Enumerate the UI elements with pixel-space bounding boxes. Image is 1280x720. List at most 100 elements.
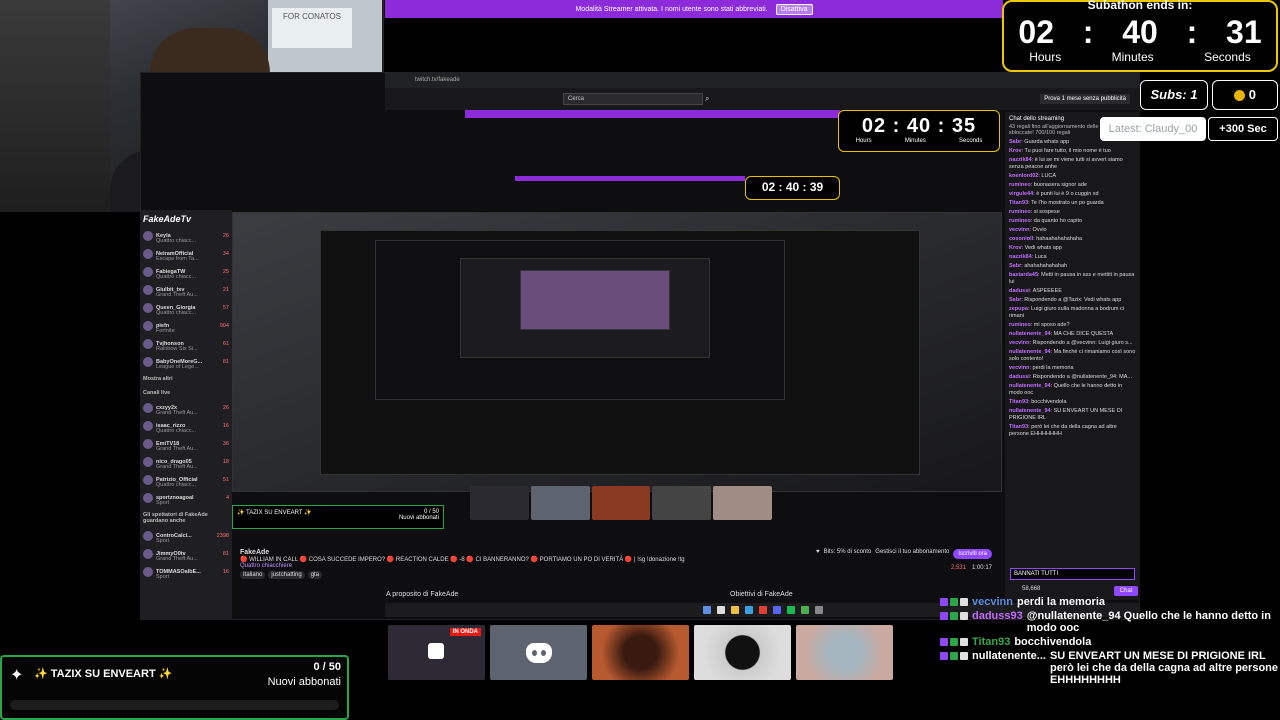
chat-message: vecvinn: Rispondendo a @vecvinn: Luigi g…	[1009, 340, 1133, 346]
subscribe-button[interactable]: Iscriviti ora	[953, 549, 992, 559]
stream-tag[interactable]: justchatting	[268, 571, 305, 579]
chat-username[interactable]: koenlord02	[1009, 173, 1038, 179]
chat-username[interactable]: Titan93	[1009, 424, 1028, 430]
badge-group	[940, 650, 968, 686]
search-icon[interactable]: ⌕	[705, 94, 715, 104]
nested-thumb-stream	[470, 486, 529, 520]
channel-avatar	[143, 403, 153, 413]
overlay-chat-username: nullatenente...	[972, 650, 1046, 662]
heart-icon[interactable]: ♥	[816, 549, 820, 559]
badge-icon	[960, 638, 968, 646]
chat-message: Krov: Vedi whats app	[1009, 245, 1062, 251]
overlay-chat-username: vecvinn	[972, 596, 1013, 608]
channel-game: Grand Theft Au...	[156, 410, 198, 416]
channel-game: Quattro chiacc...	[156, 310, 197, 316]
discord-taskbar-icon[interactable]	[772, 606, 781, 614]
channel-viewer-count: 61	[222, 341, 229, 347]
about-tab[interactable]: A proposito di FakeAde	[386, 591, 458, 598]
participant-avatar	[592, 625, 689, 680]
chat-username[interactable]: Sabr	[1009, 297, 1021, 303]
overlay-chat: vecvinn perdi la memoria daduss93 @nullaten…	[940, 596, 1280, 720]
sub-goal-subtitle: Nuovi abbonati	[267, 676, 341, 688]
stream-tag[interactable]: Italiano	[240, 571, 266, 579]
search-input[interactable]: Cerca	[563, 93, 703, 105]
chat-username[interactable]: nullatenente_94	[1009, 349, 1051, 355]
wall-sign: FOR CONATOS	[272, 8, 352, 48]
badge-group	[940, 596, 968, 608]
nested-timer-small: 02 : 40 : 39	[745, 176, 840, 200]
chat-username[interactable]: nazzik84	[1009, 254, 1032, 260]
channel-avatar	[143, 321, 153, 331]
chat-send-button[interactable]: Chat	[1114, 586, 1138, 596]
chat-message: Titan93: Te l'ho mostrato un po guarda	[1009, 200, 1104, 206]
folder-icon[interactable]	[730, 606, 739, 614]
chat-username[interactable]: bastarda45	[1009, 272, 1038, 278]
channel-viewer-count: 81	[222, 359, 229, 365]
chat-input[interactable]: BANNATI TUTTI	[1010, 568, 1135, 580]
windows-start-icon[interactable]	[702, 606, 711, 614]
chat-message: vecvinn: perdi la memoria	[1009, 365, 1074, 371]
stream-tag[interactable]: gta	[307, 571, 323, 579]
chat-username[interactable]: rumineo	[1009, 322, 1031, 328]
overlay-chat-message: daduss93 @nullatenente_94 Quello che le h…	[940, 610, 1280, 634]
nested-streamer-banner	[465, 110, 840, 118]
chat-text: è punti lui è 9 o cuggin xd	[1036, 191, 1099, 197]
chat-username[interactable]: vecvinn	[1009, 227, 1029, 233]
twitch-top-nav: Cerca ⌕ Prova 1 mese senza pubblicità	[385, 88, 1140, 110]
channel-viewer-count: 25	[222, 269, 229, 275]
chat-message: vecvinn: Ovvio	[1009, 227, 1047, 233]
show-more-link[interactable]: Mostra altri	[140, 372, 232, 386]
browser-address-bar[interactable]: twitch.tv/fakeade	[385, 72, 1140, 88]
participant-avatar-3	[796, 625, 893, 680]
chat-username[interactable]: vecvinn	[1009, 365, 1029, 371]
manage-subscription-button[interactable]: Gestisci il tuo abbonamento	[875, 549, 949, 559]
chat-username[interactable]: Krov	[1009, 245, 1022, 251]
chat-username[interactable]: rumineo	[1009, 182, 1031, 188]
chat-username[interactable]: cosonioll	[1009, 236, 1033, 242]
chat-text: Vedi whats app	[1024, 245, 1062, 251]
chat-message: cosonioll: hahaahahahahaha	[1009, 236, 1083, 242]
chat-username[interactable]: nullatenente_94	[1009, 408, 1051, 414]
chrome-icon[interactable]	[800, 606, 809, 614]
chat-username[interactable]: Titan93	[1009, 399, 1028, 405]
chat-username[interactable]: nullatenente_94	[1009, 383, 1051, 389]
chat-username[interactable]: Titan93	[1009, 200, 1028, 206]
chat-username[interactable]: vecvinn	[1009, 340, 1029, 346]
channel-viewer-count: 51	[222, 477, 229, 483]
search-taskbar-icon[interactable]	[716, 606, 725, 614]
chat-text: Guarda whats app	[1024, 139, 1070, 145]
channel-viewer-count: 2398	[216, 533, 229, 539]
channel-game: Grand Theft Au...	[156, 292, 198, 298]
chat-message: Krov: Tu puoi fare tutto, il mio nome è …	[1009, 148, 1111, 154]
chat-username[interactable]: Sabr	[1009, 139, 1021, 145]
chat-username[interactable]: Krov	[1009, 148, 1022, 154]
chat-username[interactable]: nullatenente_94	[1009, 331, 1051, 337]
ad-free-promo-button[interactable]: Prova 1 mese senza pubblicità	[1040, 94, 1130, 104]
channel-game: Sport	[156, 538, 170, 544]
channel-viewer-count: 57	[222, 305, 229, 311]
chat-username[interactable]: nazzik84	[1009, 157, 1032, 163]
coins-counter: 0	[1212, 80, 1278, 110]
timer-minutes: 40	[1122, 14, 1158, 50]
bits-discount[interactable]: Bits: 5% di sconto	[824, 549, 872, 559]
chat-username[interactable]: dadussi	[1009, 288, 1030, 294]
chat-username[interactable]: zepupa	[1009, 306, 1028, 312]
channel-viewer-count: 4	[225, 495, 229, 501]
chat-username[interactable]: rumineo	[1009, 209, 1031, 215]
brave-icon[interactable]	[758, 606, 767, 614]
channel-points[interactable]: 58,668	[1022, 586, 1040, 592]
spotify-icon[interactable]	[786, 606, 795, 614]
chat-username[interactable]: rumineo	[1009, 218, 1031, 224]
chat-text: Rispondendo a @nullatenente_94: MA...	[1032, 374, 1133, 380]
chat-username[interactable]: dadussi	[1009, 374, 1030, 380]
goals-tab[interactable]: Obiettivi di FakeAde	[730, 591, 793, 598]
nested-stream-view-5	[520, 270, 670, 330]
chat-username[interactable]: Sabr	[1009, 263, 1021, 269]
disable-streamer-mode-button[interactable]: Disattiva	[775, 3, 813, 15]
overlay-chat-message: Titan93 bocchivendola	[940, 636, 1280, 648]
sub-goal-widget: ✦ ✨ TAZIX SU ENVEART ✨ 0 / 50 Nuovi abbo…	[0, 655, 349, 720]
stream-category[interactable]: Quattro chiacchiere	[240, 563, 994, 569]
chat-username[interactable]: virgule44	[1009, 191, 1033, 197]
edge-icon[interactable]	[744, 606, 753, 614]
steam-icon[interactable]	[814, 606, 823, 614]
